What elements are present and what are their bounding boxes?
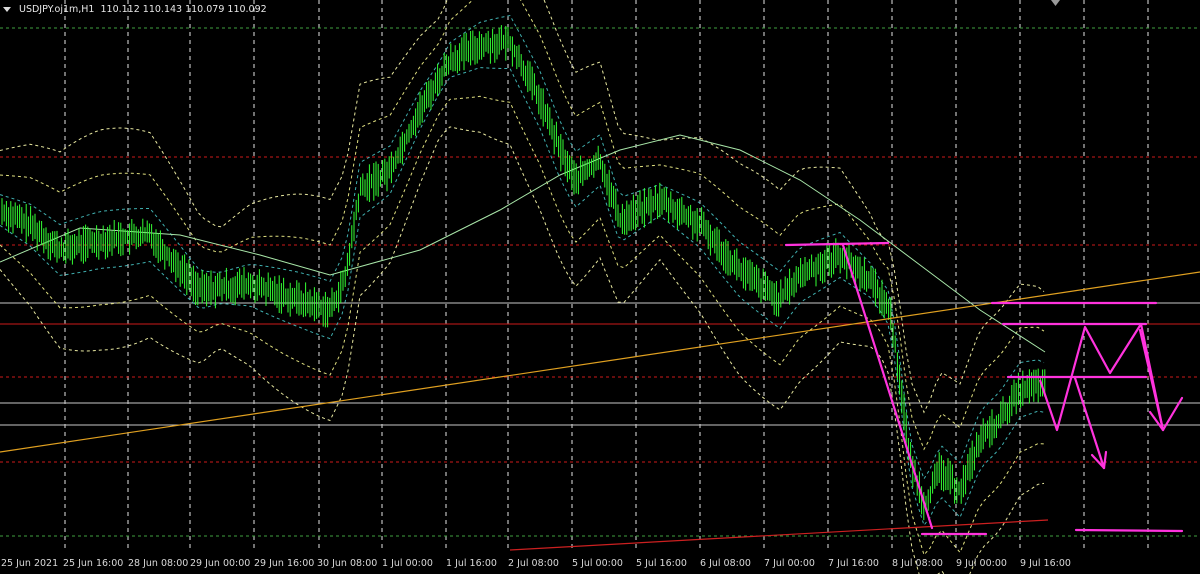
chart-grid — [64, 0, 1149, 548]
time-axis-label: 25 Jun 16:00 — [63, 558, 123, 569]
time-axis-label: 5 Jul 00:00 — [572, 558, 623, 569]
time-axis-label: 6 Jul 08:00 — [700, 558, 751, 569]
price-chart[interactable]: 25 Jun 2021 25 Jun 16:00 28 Jun 08:00 29 Ju… — [0, 0, 1200, 574]
time-axis-label: 28 Jun 08:00 — [128, 558, 188, 569]
time-axis: 25 Jun 2021 25 Jun 16:00 28 Jun 08:00 29 Ju… — [1, 558, 1071, 569]
candlesticks — [1, 25, 1046, 521]
time-axis-label: 1 Jul 16:00 — [446, 558, 497, 569]
envelope-middle-lower — [0, 95, 1045, 556]
envelope-outer-upper — [0, 0, 1045, 414]
envelope-outer-lower — [0, 126, 1045, 574]
chart-window[interactable]: 25 Jun 2021 25 Jun 16:00 28 Jun 08:00 29 Ju… — [0, 0, 1200, 574]
symbol-label: USDJPY.oj1m,H1 — [19, 3, 95, 15]
time-axis-label: 7 Jul 16:00 — [828, 558, 879, 569]
drop-line — [841, 243, 934, 530]
time-axis-label: 7 Jul 00:00 — [764, 558, 815, 569]
chart-shift-icon[interactable] — [1051, 0, 1060, 6]
time-axis-label: 5 Jul 16:00 — [636, 558, 687, 569]
target-line — [1074, 528, 1184, 533]
pink-annotations — [784, 241, 1184, 536]
time-axis-label: 2 Jul 08:00 — [508, 558, 559, 569]
time-axis-label: 9 Jul 16:00 — [1020, 558, 1071, 569]
chart-title-bar: USDJPY.oj1m,H1 110.112 110.143 110.079 1… — [3, 2, 267, 16]
arrow-head-left-b — [1102, 450, 1108, 470]
time-axis-label: 1 Jul 00:00 — [382, 558, 433, 569]
time-axis-label: 25 Jun 2021 — [1, 558, 58, 569]
envelope-middle-upper — [0, 0, 1045, 451]
envelope-inner-upper — [0, 14, 1045, 480]
time-axis-label: 8 Jul 08:00 — [892, 558, 943, 569]
arrow-shaft-left — [1073, 376, 1106, 470]
collapse-triangle-icon[interactable] — [3, 6, 11, 12]
time-axis-label: 30 Jun 08:00 — [317, 558, 377, 569]
envelope-inner-lower — [0, 67, 1045, 527]
time-axis-label: 9 Jul 00:00 — [956, 558, 1007, 569]
time-axis-label: 29 Jun 00:00 — [190, 558, 250, 569]
envelope-bands — [0, 0, 1046, 574]
ohlc-label: 110.112 110.143 110.079 110.092 — [100, 3, 267, 15]
time-axis-label: 29 Jun 16:00 — [254, 558, 314, 569]
